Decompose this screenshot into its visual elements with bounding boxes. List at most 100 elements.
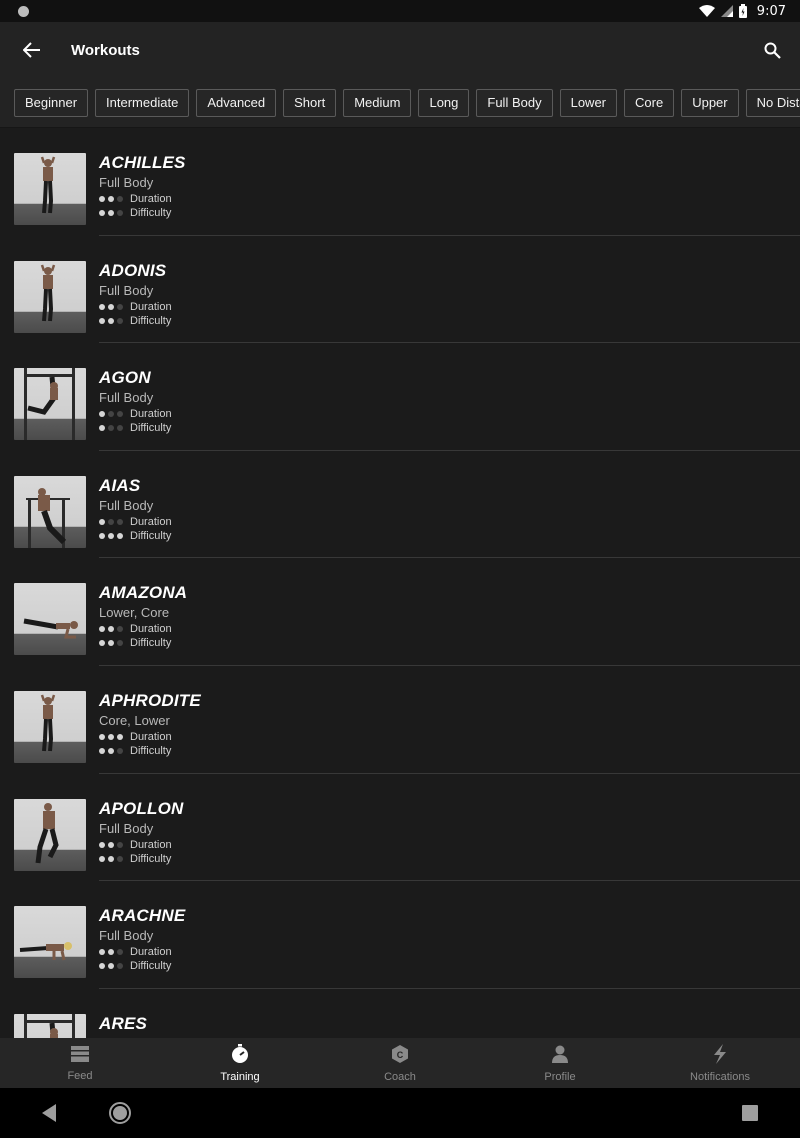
duration-label: Duration <box>130 193 172 205</box>
difficulty-meter: Difficulty <box>99 207 800 219</box>
duration-dots <box>99 303 130 310</box>
filter-chip[interactable]: Long <box>418 88 470 117</box>
svg-text:C: C <box>397 1050 404 1060</box>
app-bar: Workouts <box>0 22 800 78</box>
difficulty-dots <box>99 747 130 754</box>
workout-thumbnail <box>14 798 86 871</box>
workout-category: Full Body <box>99 928 154 944</box>
workout-list-item[interactable]: ARACHNE Full Body Duration Difficulty <box>0 881 800 989</box>
workout-category: Lower, Core <box>99 605 170 621</box>
workout-thumbnail <box>14 583 86 656</box>
duration-dots <box>99 411 130 418</box>
workout-list-item[interactable]: AIAS Full Body Duration Difficulty <box>0 451 800 559</box>
workout-thumbnail <box>14 153 86 225</box>
duration-meter: Duration <box>99 193 800 205</box>
duration-label: Duration <box>130 623 172 636</box>
difficulty-dots <box>99 425 130 432</box>
filter-chip[interactable]: Core <box>624 88 675 117</box>
lightning-icon <box>710 1043 730 1069</box>
system-recents-icon[interactable] <box>742 1105 758 1121</box>
page-title: Workouts <box>71 41 140 59</box>
wifi-icon <box>698 5 715 17</box>
filter-chip[interactable]: Upper <box>681 88 739 117</box>
difficulty-label: Difficulty <box>130 852 172 865</box>
workout-name: ARACHNE <box>99 906 186 926</box>
workout-category: Core, Lower <box>99 712 170 728</box>
filter-chip[interactable]: Medium <box>343 88 412 117</box>
nav-item-feed[interactable]: Feed <box>0 1038 160 1088</box>
duration-meter: Duration <box>99 731 800 743</box>
workout-list-item[interactable]: ACHILLES Full Body Duration Difficulty <box>0 128 800 236</box>
person-icon <box>550 1044 570 1069</box>
duration-label: Duration <box>130 515 172 528</box>
nav-item-notifications[interactable]: Notifications <box>640 1038 800 1088</box>
filter-chip[interactable]: Full Body <box>476 88 553 117</box>
workout-list-item[interactable]: ARES <box>0 989 800 1038</box>
workout-list-item[interactable]: AGON Full Body Duration Difficulty <box>0 343 800 451</box>
workout-list-item[interactable]: APOLLON Full Body Duration Difficulty <box>0 774 800 882</box>
workout-info: AMAZONA Lower, Core Duration Difficulty <box>99 583 800 666</box>
battery-icon <box>738 4 747 18</box>
search-button[interactable] <box>758 36 786 64</box>
duration-label: Duration <box>130 300 172 313</box>
filter-chip[interactable]: Beginner <box>14 88 89 117</box>
nav-item-training[interactable]: Training <box>160 1038 320 1088</box>
system-home-icon[interactable] <box>109 1102 131 1124</box>
bottom-navigation: Feed Training C Coach Profile Notificatio… <box>0 1038 800 1088</box>
difficulty-dots <box>99 640 130 647</box>
workout-info: AGON Full Body Duration Difficulty <box>99 368 800 451</box>
workout-name: AMAZONA <box>99 583 188 603</box>
system-back-icon[interactable] <box>40 1103 58 1123</box>
duration-meter: Duration <box>99 408 800 420</box>
difficulty-label: Difficulty <box>130 314 172 327</box>
duration-meter: Duration <box>99 516 800 528</box>
workout-info: ARES <box>99 1014 800 1038</box>
duration-dots <box>99 949 130 956</box>
duration-dots <box>99 733 130 740</box>
duration-dots <box>99 626 130 633</box>
duration-meter: Duration <box>99 946 800 958</box>
workout-category: Full Body <box>99 282 154 298</box>
nav-item-profile[interactable]: Profile <box>480 1038 640 1088</box>
difficulty-meter: Difficulty <box>99 530 800 542</box>
duration-meter: Duration <box>99 301 800 313</box>
workout-name: ACHILLES <box>99 153 186 172</box>
workout-info: AIAS Full Body Duration Difficulty <box>99 476 800 559</box>
workout-list-item[interactable]: AMAZONA Lower, Core Duration Difficulty <box>0 558 800 666</box>
nav-item-label: Training <box>220 1070 260 1083</box>
workout-name: APOLLON <box>99 798 184 818</box>
difficulty-meter: Difficulty <box>99 315 800 327</box>
difficulty-meter: Difficulty <box>99 960 800 972</box>
nav-item-coach[interactable]: C Coach <box>320 1038 480 1088</box>
workout-thumbnail <box>14 368 86 441</box>
duration-label: Duration <box>130 838 172 851</box>
difficulty-meter: Difficulty <box>99 637 800 649</box>
status-bar: 9:07 <box>0 0 800 22</box>
workout-name: AGON <box>99 368 151 388</box>
workout-category: Full Body <box>99 175 154 190</box>
workout-category: Full Body <box>99 497 154 513</box>
difficulty-dots <box>99 532 130 539</box>
filter-chip[interactable]: No Distance <box>745 88 800 117</box>
feed-icon <box>70 1045 90 1068</box>
filter-chip[interactable]: Lower <box>559 88 618 117</box>
filter-chip[interactable]: Advanced <box>196 88 277 117</box>
workout-list-item[interactable]: ADONIS Full Body Duration Difficulty <box>0 236 800 344</box>
status-time: 9:07 <box>756 3 786 19</box>
difficulty-dots <box>99 210 130 216</box>
duration-label: Duration <box>130 730 172 743</box>
nav-item-label: Feed <box>67 1069 93 1082</box>
status-icons: 9:07 <box>698 3 786 19</box>
filter-chip[interactable]: Intermediate <box>95 88 190 117</box>
workout-list: ACHILLES Full Body Duration Difficulty AD… <box>0 128 800 1038</box>
back-button[interactable] <box>0 22 64 78</box>
duration-dots <box>99 518 130 525</box>
filter-chip[interactable]: Short <box>283 88 337 117</box>
workout-info: ARACHNE Full Body Duration Difficulty <box>99 906 800 989</box>
workout-list-item[interactable]: APHRODITE Core, Lower Duration Difficulty <box>0 666 800 774</box>
system-navigation-bar <box>0 1088 800 1138</box>
difficulty-label: Difficulty <box>130 529 172 542</box>
workout-info: APHRODITE Core, Lower Duration Difficulty <box>99 691 800 774</box>
signal-icon <box>720 5 733 17</box>
workout-name: ARES <box>99 1013 148 1033</box>
